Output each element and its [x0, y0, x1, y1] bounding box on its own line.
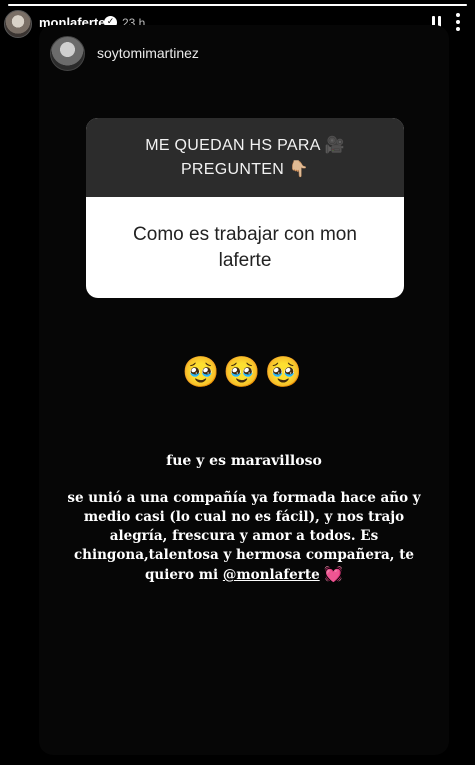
question-answer-text: Como es trabajar con mon laferte — [133, 223, 357, 271]
question-prompt-text: ME QUEDAN HS PARA 🎥 PREGUNTEN 👇🏼 — [145, 136, 345, 178]
question-sticker[interactable]: ME QUEDAN HS PARA 🎥 PREGUNTEN 👇🏼 Como es… — [86, 118, 404, 298]
shared-story-card[interactable]: soytomimartinez ME QUEDAN HS PARA 🎥 PREG… — [39, 25, 449, 755]
shared-story-avatar[interactable] — [50, 36, 85, 71]
question-answer: Como es trabajar con mon laferte — [86, 197, 404, 298]
heart-icon: 💓 — [324, 565, 344, 583]
story-caption-headline: fue y es maravilloso — [166, 453, 322, 469]
pleading-face-emojis: 🥹🥹🥹 — [181, 355, 307, 390]
story-progress-bar — [8, 4, 467, 6]
more-options-icon[interactable] — [455, 13, 461, 33]
story-progress-fill — [8, 4, 467, 6]
avatar[interactable] — [4, 10, 32, 38]
question-prompt: ME QUEDAN HS PARA 🎥 PREGUNTEN 👇🏼 — [86, 118, 404, 197]
mention-link[interactable]: @monlaferte — [223, 567, 320, 583]
shared-story-username[interactable]: soytomimartinez — [97, 45, 199, 61]
story-caption-message: se unió a una compañía ya formada hace a… — [64, 489, 424, 585]
